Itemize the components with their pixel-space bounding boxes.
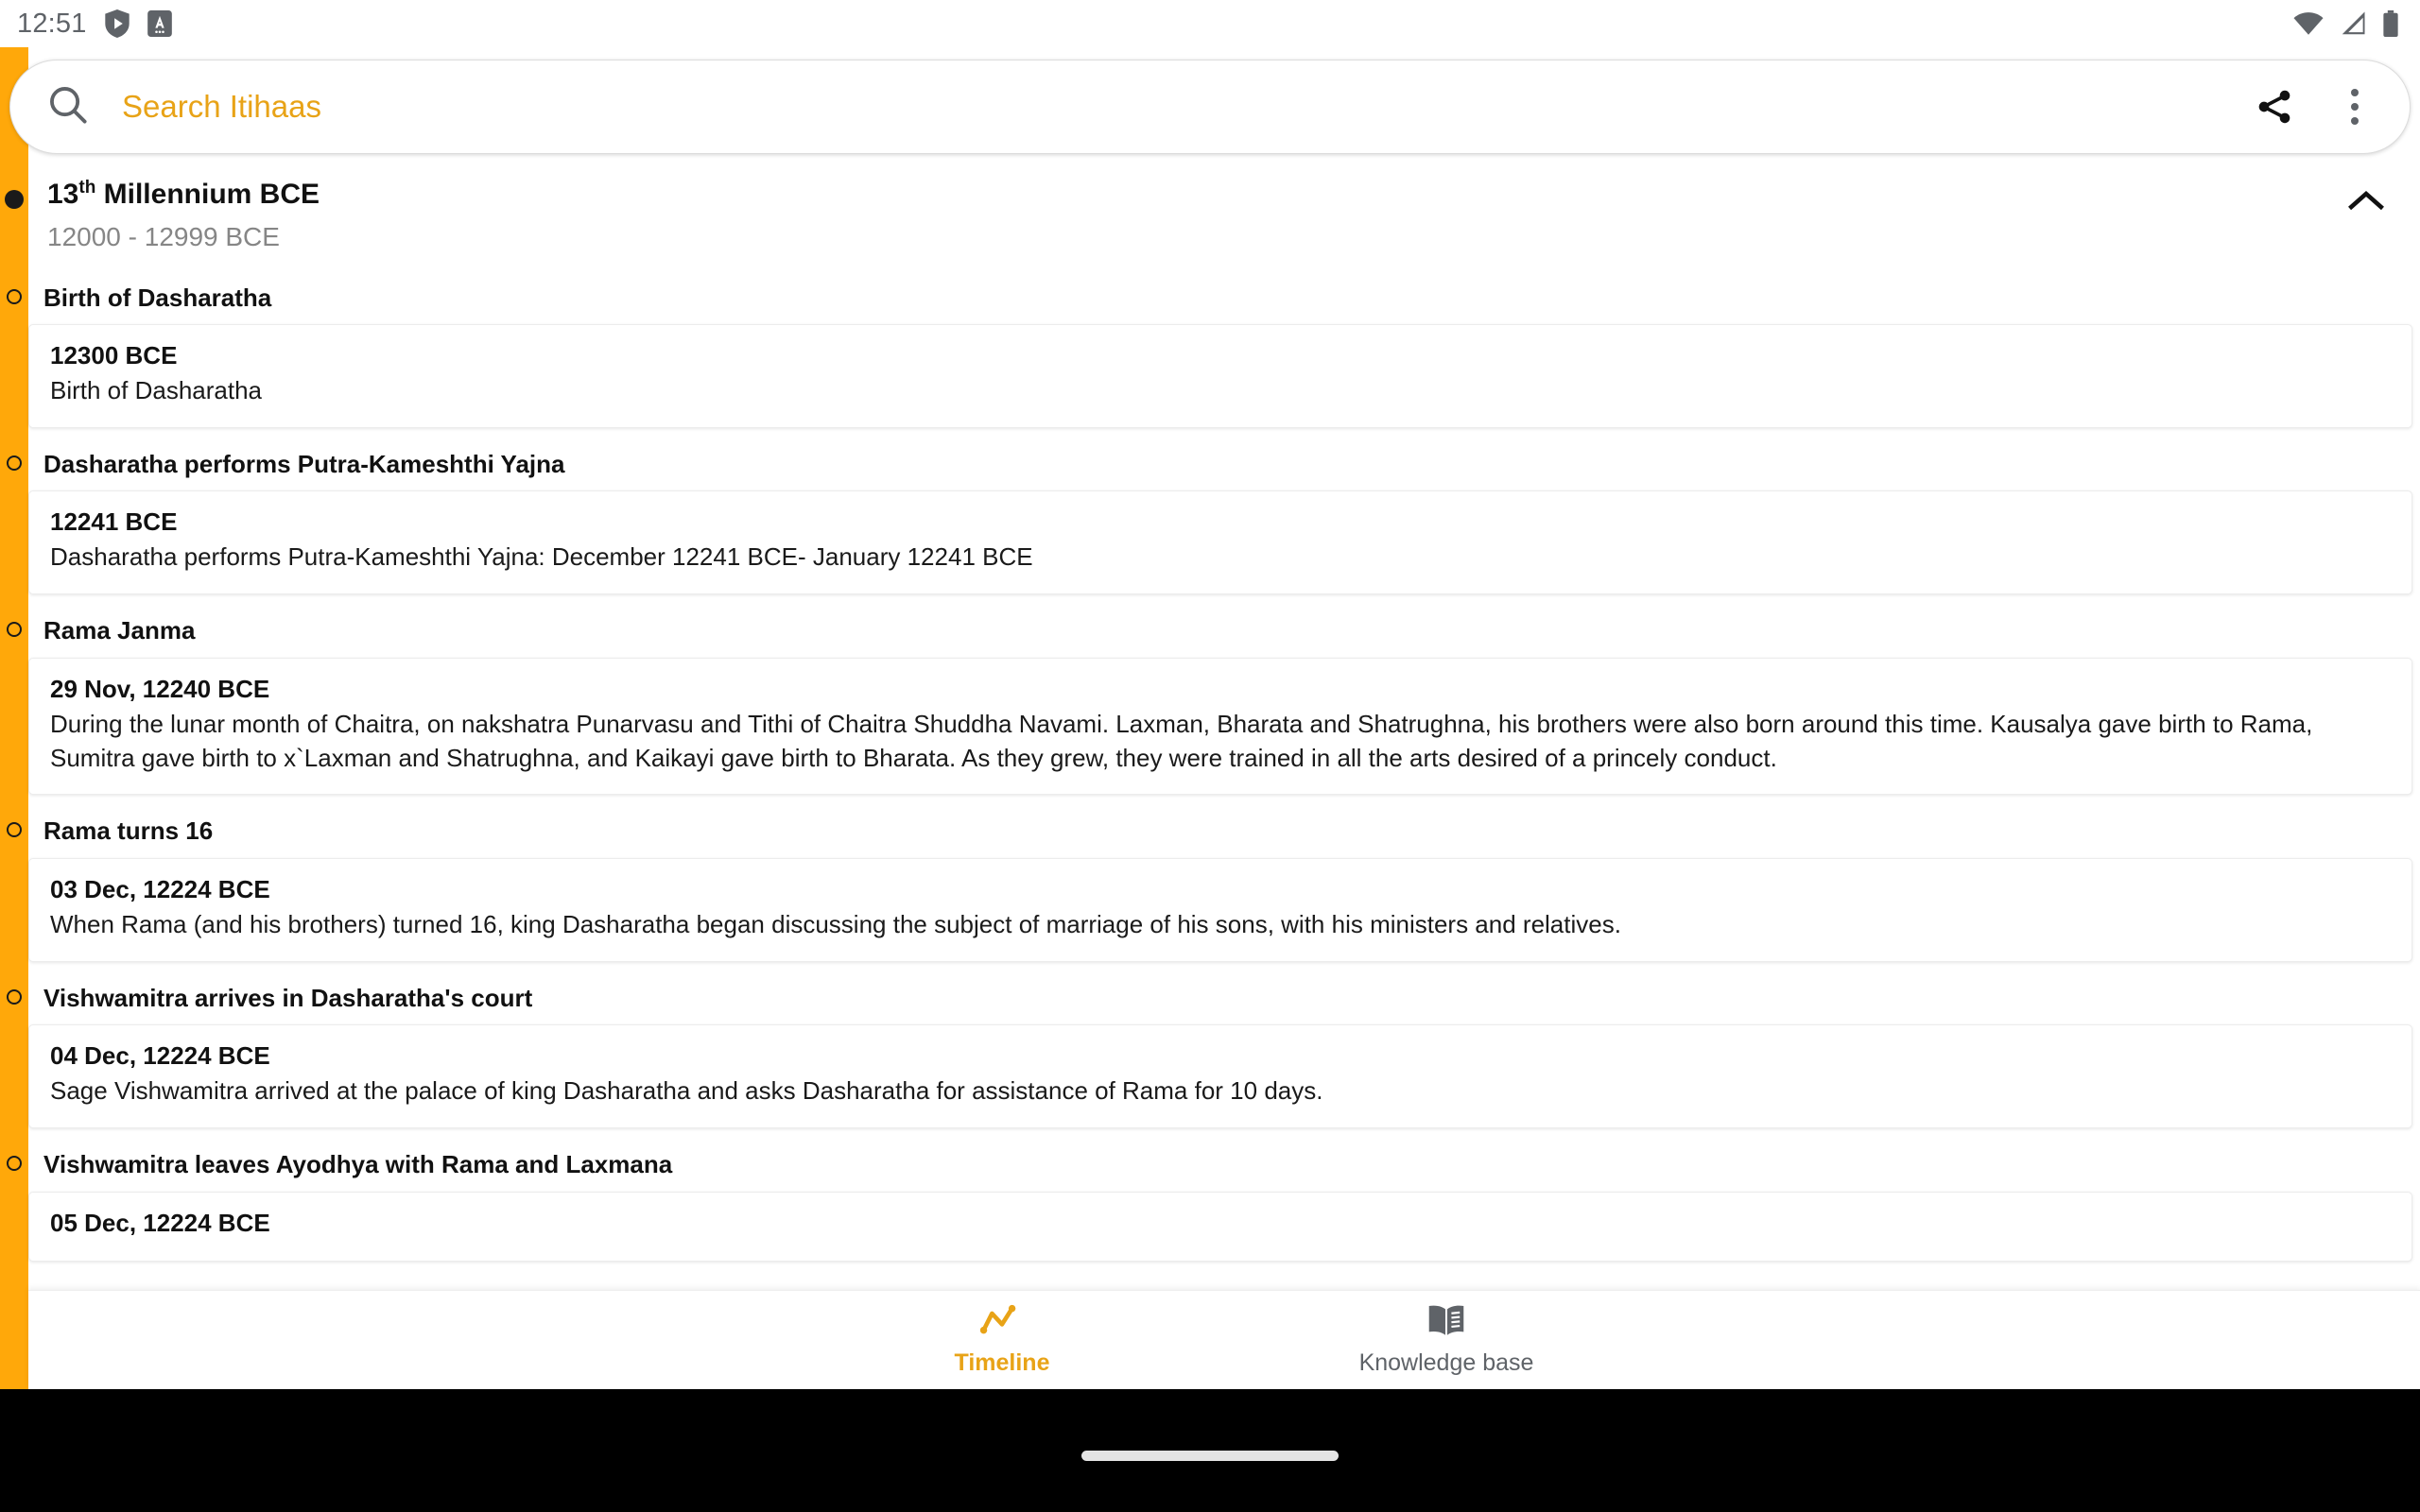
era-range: 12000 - 12999 BCE <box>47 221 280 251</box>
event-title: Rama Janma <box>43 616 196 645</box>
event-description: Birth of Dasharatha <box>50 375 263 404</box>
event-card[interactable]: 03 Dec, 12224 BCE When Rama (and his bro… <box>28 858 2412 962</box>
event-dot-icon <box>7 988 22 1005</box>
battery-icon <box>2382 10 2399 37</box>
event-date: 29 Nov, 12240 BCE <box>50 674 270 703</box>
nav-item-timeline[interactable]: Timeline <box>874 1303 1130 1377</box>
event-card[interactable]: 05 Dec, 12224 BCE <box>28 1191 2412 1262</box>
event-title: Vishwamitra leaves Ayodhya with Rama and… <box>43 1150 673 1179</box>
event-card[interactable]: 29 Nov, 12240 BCE During the lunar month… <box>28 657 2412 796</box>
share-icon[interactable] <box>2241 74 2308 140</box>
event-description: When Rama (and his brothers) turned 16, … <box>50 909 1621 938</box>
app-root: 12:51 Search Itihaas 13th Millennium BCE… <box>0 0 2420 1512</box>
app-badge-icon <box>147 10 172 37</box>
event-card[interactable]: 04 Dec, 12224 BCE Sage Vishwamitra arriv… <box>28 1024 2412 1129</box>
shield-play-icon <box>104 9 130 38</box>
era-header[interactable]: 13th Millennium BCE 12000 - 12999 BCE <box>0 165 2420 262</box>
event-card[interactable]: 12300 BCE Birth of Dasharatha <box>28 324 2412 428</box>
era-title-number: 13 <box>47 179 79 210</box>
event-dot-icon <box>7 822 22 838</box>
era-title: 13th Millennium BCE <box>47 179 2420 210</box>
era-title-rest: Millennium BCE <box>95 179 320 210</box>
wifi-icon <box>2293 11 2324 36</box>
search-input[interactable] <box>122 78 2241 135</box>
chevron-up-icon[interactable] <box>2346 188 2386 217</box>
event-marker <box>0 1151 28 1172</box>
event-marker <box>0 284 28 304</box>
status-bar-right <box>2293 10 2399 37</box>
era-marker <box>0 179 28 209</box>
search-icon <box>46 83 90 131</box>
trending-line-icon <box>979 1303 1024 1342</box>
timeline-event[interactable]: Birth of Dasharatha 12300 BCE Birth of D… <box>0 284 2420 428</box>
nav-item-knowledge-base[interactable]: Knowledge base <box>1319 1303 1574 1377</box>
event-date: 03 Dec, 12224 BCE <box>50 875 270 904</box>
timeline-event[interactable]: Vishwamitra arrives in Dasharatha's cour… <box>0 983 2420 1129</box>
timeline-event[interactable]: Dasharatha performs Putra-Kameshthi Yajn… <box>0 449 2420 595</box>
event-dot-icon <box>7 455 22 471</box>
status-bar: 12:51 <box>0 0 2420 47</box>
more-vertical-icon[interactable] <box>2326 74 2383 140</box>
open-book-icon <box>1426 1303 1467 1342</box>
event-dot-icon <box>7 288 22 304</box>
nav-label-knowledge-base: Knowledge base <box>1358 1349 1534 1376</box>
event-dot-icon <box>7 1156 22 1172</box>
event-marker <box>0 817 28 838</box>
gesture-navigation-bar <box>0 1389 2420 1512</box>
cell-signal-icon <box>2339 11 2367 36</box>
home-indicator[interactable] <box>1081 1450 1339 1461</box>
event-title: Vishwamitra arrives in Dasharatha's cour… <box>43 983 533 1012</box>
status-bar-left: 12:51 <box>17 9 172 40</box>
event-title: Dasharatha performs Putra-Kameshthi Yajn… <box>43 449 565 478</box>
nav-label-timeline: Timeline <box>954 1349 1050 1376</box>
event-date: 04 Dec, 12224 BCE <box>50 1041 270 1071</box>
search-bar[interactable] <box>9 60 2411 154</box>
event-marker <box>0 985 28 1005</box>
era-dot-icon <box>5 190 24 209</box>
event-date: 12241 BCE <box>50 507 178 537</box>
event-date: 12300 BCE <box>50 341 178 370</box>
event-title: Rama turns 16 <box>43 816 214 846</box>
timeline-event[interactable]: Rama turns 16 03 Dec, 12224 BCE When Ram… <box>0 816 2420 962</box>
event-marker <box>0 451 28 471</box>
event-title: Birth of Dasharatha <box>43 283 272 312</box>
event-date: 05 Dec, 12224 BCE <box>50 1208 270 1237</box>
timeline-event[interactable]: Vishwamitra leaves Ayodhya with Rama and… <box>0 1150 2420 1262</box>
status-clock: 12:51 <box>17 8 87 39</box>
event-description: Dasharatha performs Putra-Kameshthi Yajn… <box>50 542 1033 572</box>
event-description: Sage Vishwamitra arrived at the palace o… <box>50 1076 1323 1106</box>
bottom-navigation: Timeline Knowledge base <box>28 1290 2420 1389</box>
event-marker <box>0 617 28 638</box>
era-title-ordinal: th <box>78 178 96 198</box>
timeline-scroll-area[interactable]: 13th Millennium BCE 12000 - 12999 BCE Bi… <box>0 165 2420 1389</box>
event-card[interactable]: 12241 BCE Dasharatha performs Putra-Kame… <box>28 490 2412 595</box>
timeline-event[interactable]: Rama Janma 29 Nov, 12240 BCE During the … <box>0 616 2420 796</box>
event-description: During the lunar month of Chaitra, on na… <box>50 709 2313 772</box>
event-dot-icon <box>7 622 22 638</box>
